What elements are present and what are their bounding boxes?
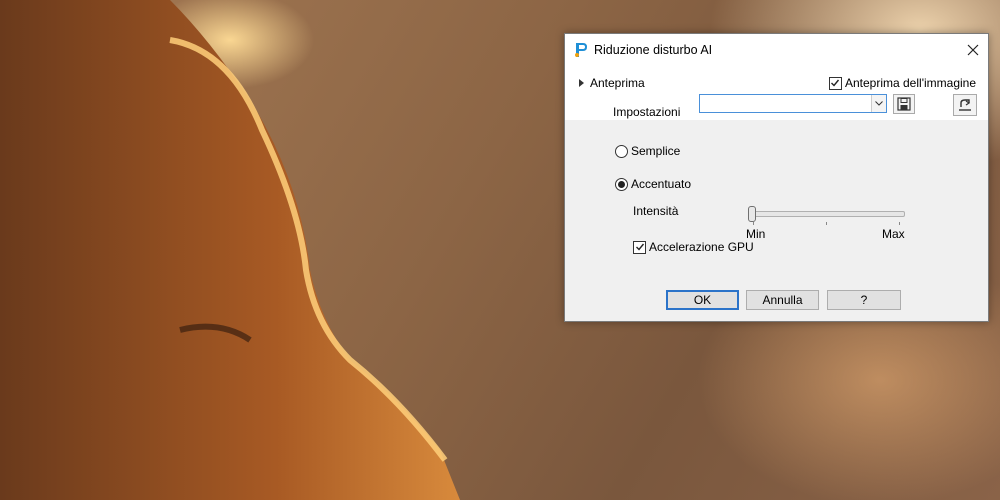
save-preset-icon [897,97,911,111]
close-button[interactable] [958,34,988,66]
slider-tick [826,222,827,225]
intensity-max-label: Max [882,227,905,241]
gpu-acceleration-label: Accelerazione GPU [649,240,754,254]
radio-circle [615,177,628,191]
checkmark-icon [635,243,644,251]
cancel-button[interactable]: Annulla [746,290,819,310]
ok-button[interactable]: OK [666,290,739,310]
mode-simple-radio[interactable]: Semplice [615,144,680,158]
settings-label: Impostazioni [613,105,681,119]
intensity-label: Intensità [633,204,679,218]
noise-reduction-dialog: Riduzione disturbo AI Anteprima Anteprim… [564,33,989,322]
dialog-title: Riduzione disturbo AI [594,43,713,57]
ok-button-label: OK [693,293,712,307]
help-button[interactable]: ? [827,290,901,310]
dropdown-arrow-icon [871,95,886,112]
gpu-acceleration-checkbox[interactable]: Accelerazione GPU [633,240,754,254]
intensity-min-label: Min [746,227,766,241]
reset-preset-icon [959,99,971,111]
checkmark-icon [831,79,840,87]
title-bar: Riduzione disturbo AI [565,34,988,66]
reset-preset-button[interactable] [953,94,977,116]
checkbox-box [633,240,646,254]
mode-simple-label: Semplice [631,144,681,158]
slider-tick [753,222,754,225]
cancel-button-label: Annulla [762,293,803,307]
help-button-label: ? [860,293,868,307]
expand-triangle-icon [579,79,584,87]
close-icon [967,44,979,56]
radio-selected-dot [618,180,625,188]
save-preset-button[interactable] [893,94,915,114]
mode-enhanced-radio[interactable]: Accentuato [615,177,691,191]
app-logo-icon [575,43,587,57]
preview-expander-label: Anteprima [590,76,645,90]
settings-dropdown[interactable] [699,94,887,113]
intensity-slider-track[interactable] [751,211,905,217]
mode-enhanced-label: Accentuato [631,177,692,191]
preview-image-label: Anteprima dell'immagine [844,76,976,90]
preview-image-checkbox[interactable]: Anteprima dell'immagine [828,76,976,90]
slider-tick [899,222,900,225]
checkbox-box [828,76,842,90]
preview-expander[interactable]: Anteprima [579,76,645,90]
intensity-slider-thumb[interactable] [748,206,756,222]
radio-circle [615,144,628,158]
